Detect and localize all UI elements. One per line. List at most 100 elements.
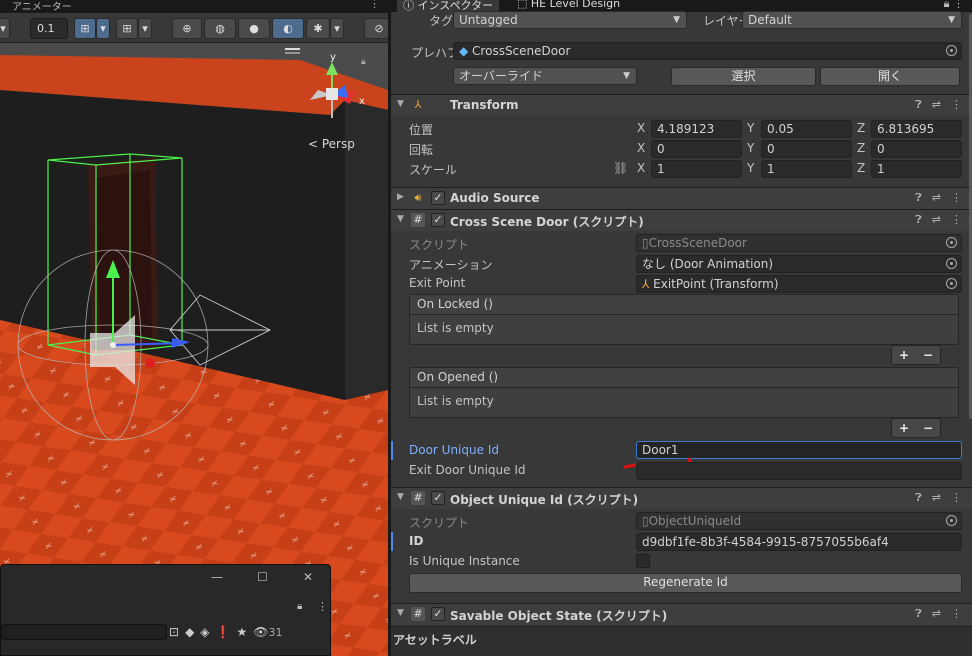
- savable-object-state-enabled-checkbox[interactable]: ✓: [431, 607, 445, 621]
- component-header-icons: ❓︎ ⇌ ⋮: [915, 191, 962, 205]
- scene-view[interactable]: アニメーター ⋮ ▾ 0.1 ⊞ ▾ ⊞ ▾ ⊕ ◍ ● ◐ ✱ ▾ ⊘ y x…: [0, 0, 388, 656]
- is-unique-instance-label: Is Unique Instance: [409, 554, 520, 568]
- object-picker-icon[interactable]: [946, 258, 957, 269]
- favorite-icon[interactable]: ★: [236, 625, 247, 639]
- rotation-y-field[interactable]: 0: [761, 140, 852, 158]
- help-icon[interactable]: ❓︎: [915, 213, 922, 227]
- chevron-down-icon[interactable]: ▼: [397, 214, 404, 224]
- grid-icon[interactable]: ⊞: [116, 18, 138, 39]
- id-input[interactable]: d9dbf1fe-8b3f-4584-9915-8757055b6af4: [636, 533, 962, 551]
- hidden-packages-icon[interactable]: 👁︎31: [253, 625, 282, 639]
- maximize-icon[interactable]: ☐: [257, 570, 268, 584]
- help-icon[interactable]: ❓︎: [915, 191, 922, 205]
- help-icon[interactable]: ❓︎: [915, 98, 922, 112]
- more-icon[interactable]: ⋮: [951, 98, 962, 112]
- add-button[interactable]: +: [899, 348, 909, 362]
- cross-scene-door-title: Cross Scene Door (スクリプト): [450, 215, 644, 229]
- add-button[interactable]: +: [899, 421, 909, 435]
- grid-snap-dropdown-icon[interactable]: ▾: [96, 18, 110, 39]
- open-button[interactable]: 開く: [820, 67, 960, 86]
- presets-icon[interactable]: ⇌: [932, 191, 941, 205]
- projection-toggle[interactable]: < Persp: [308, 137, 355, 151]
- more-icon[interactable]: ⋮: [951, 491, 962, 505]
- minimize-icon[interactable]: —: [211, 570, 223, 584]
- grid-snap-icon[interactable]: ⊞: [74, 18, 96, 39]
- select-button[interactable]: 選択: [671, 67, 816, 86]
- gizmo-x-handle[interactable]: [145, 358, 155, 368]
- help-icon[interactable]: ❓︎: [915, 491, 922, 505]
- position-x-field[interactable]: 4.189123: [651, 120, 742, 138]
- chevron-right-icon[interactable]: ▶: [397, 192, 404, 202]
- scale-x-field[interactable]: 1: [651, 160, 742, 178]
- wireframe-shading-icon[interactable]: ⊕: [172, 18, 202, 39]
- tab-animator[interactable]: アニメーター: [12, 0, 72, 13]
- chevron-down-icon[interactable]: ▼: [397, 99, 404, 109]
- debug-dropdown-icon[interactable]: ▾: [330, 18, 344, 39]
- object-picker-icon[interactable]: [946, 278, 957, 289]
- search-input[interactable]: [1, 624, 167, 640]
- label-filter-icon[interactable]: ◈: [200, 625, 209, 639]
- presets-icon[interactable]: ⇌: [932, 491, 941, 505]
- grid-dropdown-icon[interactable]: ▾: [138, 18, 152, 39]
- presets-icon[interactable]: ⇌: [932, 98, 941, 112]
- tag-dropdown[interactable]: Untagged ▼: [453, 11, 687, 29]
- cross-scene-door-enabled-checkbox[interactable]: ✓: [431, 213, 445, 227]
- more-icon[interactable]: ⋮: [317, 600, 328, 613]
- help-icon[interactable]: ❓︎: [915, 607, 922, 621]
- close-icon[interactable]: ✕: [303, 570, 313, 584]
- rotation-label: 回転: [409, 143, 434, 157]
- rotation-x-field[interactable]: 0: [651, 140, 742, 158]
- lock-icon[interactable]: 🔒︎: [297, 601, 302, 612]
- savable-object-state-header[interactable]: ▼ # ✓ Savable Object State (スクリプト) ❓︎ ⇌ ⋮: [391, 603, 972, 625]
- inspector-tab-controls[interactable]: 🔒︎ ⋮: [944, 0, 964, 11]
- shaded-icon[interactable]: ●: [238, 18, 270, 39]
- chevron-down-icon: ▼: [673, 15, 680, 25]
- layer-dropdown[interactable]: Default ▼: [742, 11, 962, 29]
- more-icon[interactable]: ⋮: [951, 191, 962, 205]
- more-icon[interactable]: ⋮: [951, 213, 962, 227]
- more-icon[interactable]: ⋮: [369, 0, 380, 10]
- constrain-proportions-icon[interactable]: ⛓︎: [613, 161, 628, 175]
- shaded-wireframe-icon[interactable]: ◍: [204, 18, 236, 39]
- object-picker-icon[interactable]: [946, 45, 957, 56]
- chevron-down-icon[interactable]: ▼: [397, 492, 404, 502]
- search-type-icon[interactable]: ⊡: [169, 625, 179, 639]
- exit-point-field[interactable]: ⅄ ExitPoint (Transform): [636, 275, 962, 293]
- dropdown-arrow-icon[interactable]: ▾: [0, 18, 10, 39]
- transform-header[interactable]: ▼ ⅄ Transform ❓︎ ⇌ ⋮: [391, 94, 972, 116]
- rotation-z-field[interactable]: 0: [871, 140, 962, 158]
- fx-toggle-icon[interactable]: ⊘: [364, 18, 388, 39]
- remove-button[interactable]: −: [923, 348, 933, 362]
- position-y-field[interactable]: 0.05: [761, 120, 852, 138]
- position-z-field[interactable]: 6.813695: [871, 120, 962, 138]
- lit-shading-icon[interactable]: ◐: [272, 18, 304, 39]
- more-icon[interactable]: ⋮: [951, 607, 962, 621]
- overrides-dropdown[interactable]: オーバーライド ▼: [453, 67, 637, 85]
- exit-door-unique-id-input[interactable]: [636, 462, 962, 480]
- filter-type-icon[interactable]: ◆: [185, 625, 194, 639]
- chevron-down-icon[interactable]: ▼: [397, 608, 404, 618]
- scale-z-field[interactable]: 1: [871, 160, 962, 178]
- gizmo-center[interactable]: [110, 342, 116, 348]
- regenerate-id-button[interactable]: Regenerate Id: [409, 573, 962, 593]
- lock-icon[interactable]: 🔒︎: [361, 57, 366, 67]
- audio-source-enabled-checkbox[interactable]: ✓: [431, 191, 445, 205]
- presets-icon[interactable]: ⇌: [932, 213, 941, 227]
- floating-window-titlebar[interactable]: — ☐ ✕: [1, 565, 330, 593]
- remove-button[interactable]: −: [923, 421, 933, 435]
- transform-icon: ⅄: [414, 98, 422, 111]
- object-unique-id-header[interactable]: ▼ # ✓ Object Unique Id (スクリプト) ❓︎ ⇌ ⋮: [391, 487, 972, 509]
- presets-icon[interactable]: ⇌: [932, 607, 941, 621]
- debug-draw-icon[interactable]: ✱: [306, 18, 330, 39]
- is-unique-instance-checkbox[interactable]: [636, 554, 650, 568]
- tab-he-level-design[interactable]: ⬚ HE Level Design: [511, 0, 626, 10]
- cross-scene-door-header[interactable]: ▼ # ✓ Cross Scene Door (スクリプト) ❓︎ ⇌ ⋮: [391, 209, 972, 231]
- warning-icon[interactable]: ❗: [216, 625, 231, 639]
- snap-value-input[interactable]: 0.1: [30, 18, 68, 39]
- object-unique-id-title: Object Unique Id (スクリプト): [450, 493, 639, 507]
- audio-source-header[interactable]: ▶ 🔊︎ ✓ Audio Source ❓︎ ⇌ ⋮: [391, 187, 972, 209]
- scale-y-field[interactable]: 1: [761, 160, 852, 178]
- object-unique-id-enabled-checkbox[interactable]: ✓: [431, 491, 445, 505]
- prefab-field[interactable]: ◆ CrossSceneDoor: [453, 42, 962, 60]
- animation-field[interactable]: なし (Door Animation): [636, 255, 962, 273]
